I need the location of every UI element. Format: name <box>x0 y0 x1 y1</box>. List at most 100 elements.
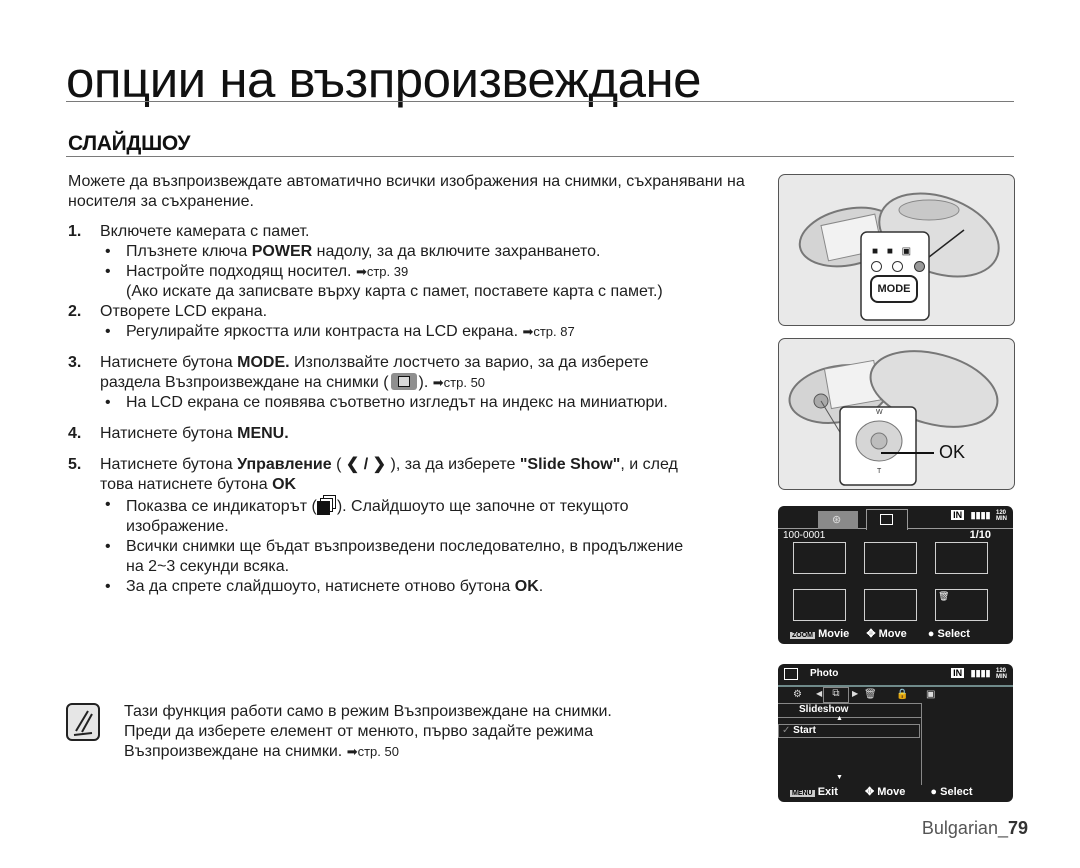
next-arrow-icon[interactable]: ▶ <box>852 689 858 698</box>
prev-arrow-icon[interactable]: ◀ <box>816 689 822 698</box>
camcorder-mode-figure: ■ ■ ▣ MODE <box>778 174 1015 326</box>
photo-tab[interactable] <box>866 509 908 530</box>
menu-tab-bar: ⚙ ◀ ⧉ ▶ 🗑 🔒 ▣ <box>778 687 1013 703</box>
title-divider <box>66 101 1014 102</box>
bullet-item: • Плъзнете ключа POWER надолу, за да вкл… <box>105 243 601 260</box>
select-button-icon: ● <box>927 628 935 640</box>
thumbnail[interactable] <box>864 589 917 621</box>
copy-icon[interactable]: ▣ <box>926 689 935 700</box>
lcd-title: Photo <box>810 668 839 679</box>
file-number: 100-0001 <box>783 530 826 541</box>
remaining-time: 120 MIN <box>996 510 1007 522</box>
bullet-item: • На LCD екрана се появява съответно изг… <box>105 394 668 411</box>
step-number: 1. <box>68 223 82 240</box>
page-reference: ➡стр. 50 <box>346 744 399 759</box>
bullet-item: • Настройте подходящ носител. ➡стр. 39 <box>105 263 409 280</box>
battery-icon: ▮▮▮▮ <box>970 510 991 521</box>
scroll-up-icon[interactable]: ▲ <box>836 715 843 722</box>
step-2: 2. Отворете LCD екрана. <box>68 302 778 322</box>
thumbnail[interactable] <box>935 542 988 574</box>
bullet-item: • Всички снимки ще бъдат възпроизведени … <box>105 538 684 555</box>
image-counter: 1/10 <box>969 529 991 541</box>
delete-icon: 🗑 <box>938 591 950 601</box>
joystick-icon: ✥ <box>866 628 876 640</box>
section-title: СЛАЙДШОУ <box>68 132 191 155</box>
bullet-dot: • <box>105 243 111 260</box>
left-right-arrows-icon: ❮ / ❯ <box>345 456 387 473</box>
step-number: 2. <box>68 303 82 320</box>
menu-key-icon: MENU <box>790 790 815 797</box>
thumbnail[interactable] <box>864 542 917 574</box>
page-number: 79 <box>1007 818 1028 838</box>
bullet-dot: • <box>105 538 111 555</box>
page-reference: ➡стр. 39 <box>355 264 409 279</box>
section-divider <box>66 156 1014 157</box>
bullet-dot: • <box>105 323 111 340</box>
lcd-thumbnail-index: ⊛ IN ▮▮▮▮ 120 MIN 100-0001 1/10 🗑 ZOOM Mo… <box>778 506 1013 644</box>
thumbnail[interactable]: 🗑 <box>935 589 988 621</box>
lcd-footer: ZOOM Movie ✥ Move ● Select <box>790 628 970 640</box>
zoom-w-label: W <box>876 409 883 416</box>
remaining-time: 120 MIN <box>996 668 1007 680</box>
protect-lock-icon[interactable]: 🔒 <box>896 689 908 700</box>
bullet-dot: • <box>105 578 111 595</box>
bullet-continuation: изображение. <box>126 518 229 535</box>
step-number: 3. <box>68 354 82 371</box>
select-button-icon: ● <box>930 786 938 798</box>
step-number: 5. <box>68 456 82 473</box>
settings-icon[interactable]: ⚙ <box>793 689 802 700</box>
movie-camera-icon: ■ <box>872 246 879 257</box>
step-5: 5. Натиснете бутона Управление ( ❮ / ❯ )… <box>68 456 678 493</box>
movie-reel-icon: ⊛ <box>832 514 842 526</box>
page-title: опции на възпроизвеждане <box>66 51 702 108</box>
ok-label: OK <box>939 442 966 462</box>
playback-icon: ▣ <box>901 246 912 257</box>
photo-mode-icon <box>784 668 798 680</box>
bullet-continuation: (Ако искате да записвате върху карта с п… <box>126 283 663 300</box>
instructions: Можете да възпроизвеждате автоматично вс… <box>68 172 778 597</box>
internal-memory-icon: IN <box>951 510 965 521</box>
scroll-down-icon[interactable]: ▼ <box>836 774 843 781</box>
page-reference: ➡стр. 50 <box>432 375 486 390</box>
menu-title: Slideshow <box>799 704 849 715</box>
slideshow-tab-icon[interactable]: ⧉ <box>823 687 849 703</box>
step-1: 1. Включете камерата с памет. <box>68 222 778 242</box>
zoom-t-label: T <box>877 468 882 475</box>
thumbnail[interactable] <box>793 542 846 574</box>
delete-icon[interactable]: 🗑 <box>864 689 877 700</box>
mode-button[interactable]: MODE <box>870 275 918 303</box>
status-bar: IN ▮▮▮▮ 120 MIN <box>951 668 1007 680</box>
intro-text: Можете да възпроизвеждате автоматично вс… <box>68 173 745 210</box>
ok-button <box>870 432 888 450</box>
slideshow-indicator-icon <box>316 495 337 515</box>
status-bar: IN ▮▮▮▮ 120 MIN <box>951 510 1007 522</box>
check-icon: ✓ <box>782 725 791 736</box>
camcorder-joystick-figure: W T OK <box>778 338 1015 490</box>
step-text: Включете камерата с памет. <box>100 223 310 240</box>
bullet-item: • За да спрете слайдшоуто, натиснете отн… <box>105 578 544 595</box>
movie-tab[interactable]: ⊛ <box>818 511 858 529</box>
note-pencil-icon <box>66 703 100 741</box>
lcd-footer: MENU Exit ✥ Move ● Select <box>790 786 973 798</box>
step-3: 3. Натиснете бутона MODE. Използвайте ло… <box>68 354 649 391</box>
battery-icon: ▮▮▮▮ <box>970 668 991 679</box>
photo-camera-icon: ■ <box>886 246 893 257</box>
bullet-dot: • <box>105 496 111 513</box>
menu-item-start[interactable]: ✓ Start <box>778 724 920 738</box>
step-text: Отворете LCD екрана. <box>100 303 268 320</box>
internal-memory-icon: IN <box>951 668 965 679</box>
page-reference: ➡стр. 87 <box>522 324 575 339</box>
footer-language: Bulgarian_ <box>921 818 1008 838</box>
step-4: 4. Натиснете бутона MENU. <box>68 425 289 442</box>
zoom-key-icon: ZOOM <box>790 632 815 639</box>
thumbnail[interactable] <box>793 589 846 621</box>
bullet-dot: • <box>105 263 111 280</box>
bullet-item: • Регулирайте яркостта или контраста на … <box>105 323 575 340</box>
joystick-icon: ✥ <box>864 786 875 798</box>
note-text: Тази функция работи само в режим Възпрои… <box>124 703 612 760</box>
page-footer: Bulgarian_79 <box>922 818 1028 839</box>
bullet-dot: • <box>105 394 111 411</box>
bullet-item: • Показва се индикаторът (). Слайдшоуто … <box>105 495 629 515</box>
bullet-continuation: на 2~3 секунди всяка. <box>126 558 290 575</box>
step-number: 4. <box>68 425 82 442</box>
